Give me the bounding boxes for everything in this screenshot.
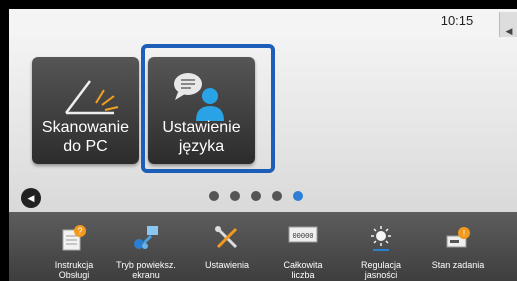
manual-label: Instrukcja Obsługi (54, 260, 94, 280)
page-dot-active[interactable] (293, 191, 303, 201)
settings-label: Ustawienia (204, 260, 250, 270)
settings-icon (215, 226, 238, 249)
job-status-label: Stan zadania (431, 260, 485, 270)
bottom-toolbar: ? Instrukcja Obsługi Tryb powieksz. ekra… (9, 212, 517, 281)
clock: 10:15 (440, 13, 474, 28)
scanner-icon (65, 80, 119, 115)
page-dot[interactable] (272, 191, 282, 201)
page-dot[interactable] (209, 191, 219, 201)
selection-highlight (141, 44, 275, 173)
page-indicator (209, 191, 303, 201)
page-dot[interactable] (251, 191, 261, 201)
page-dot[interactable] (230, 191, 240, 201)
manual-icon: ? (62, 225, 86, 251)
job-status-icon: ! (446, 227, 470, 248)
svg-text:?: ? (77, 226, 82, 236)
settings-button[interactable]: Ustawienia (191, 212, 263, 281)
total-count-label: Całkowita liczba (283, 260, 323, 280)
total-count-button[interactable]: 00000 Całkowita liczba (267, 212, 339, 281)
home-screen: 10:15 ◀ Skanowanie do PC Ustawienie języ… (0, 0, 517, 281)
counter-icon: 00000 (288, 226, 318, 243)
svg-text:!: ! (463, 229, 465, 238)
brightness-label: Regulacja jasności (360, 260, 402, 280)
zoom-mode-button[interactable]: Tryb powieksz. ekranu (110, 212, 182, 281)
zoom-mode-icon (134, 226, 158, 250)
job-status-button[interactable]: ! Stan zadania (422, 212, 494, 281)
chevron-left-icon: ◀ (27, 192, 35, 203)
scan-to-pc-tile[interactable]: Skanowanie do PC (32, 57, 139, 164)
scan-to-pc-label: Skanowanie do PC (41, 119, 130, 155)
brightness-icon (371, 226, 391, 251)
brightness-button[interactable]: Regulacja jasności (345, 212, 417, 281)
manual-button[interactable]: ? Instrukcja Obsługi (38, 212, 110, 281)
zoom-mode-label: Tryb powieksz. ekranu (116, 260, 176, 280)
previous-page-button[interactable]: ◀ (21, 188, 41, 208)
counter-readout: 00000 (292, 233, 313, 241)
